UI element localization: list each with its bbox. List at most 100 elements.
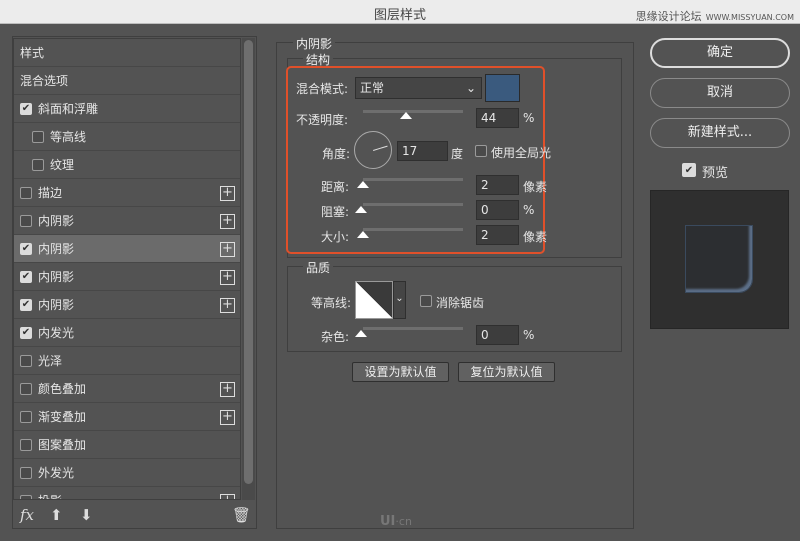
add-effect-plus-icon[interactable]: +: [220, 298, 235, 313]
style-item[interactable]: 样式: [14, 39, 240, 67]
style-checkbox[interactable]: [32, 158, 44, 171]
angle-label: 角度:: [322, 147, 351, 161]
style-item[interactable]: 内阴影 +: [14, 207, 240, 235]
style-checkbox[interactable]: [20, 382, 32, 395]
watermark: 思缘设计论坛 WWW.MISSYUAN.COM: [636, 8, 794, 24]
preview-checkbox[interactable]: ✔: [682, 163, 696, 177]
style-item[interactable]: ✔ 内阴影 +: [14, 263, 240, 291]
styles-list: 样式 混合选项 ✔ 斜面和浮雕 等高线 纹理 描边 + 内阴影 + ✔ 内阴影 + ✔ 内阴影 + ✔ 内阴影 + ✔…: [13, 38, 241, 500]
cancel-button[interactable]: 取消: [650, 78, 790, 108]
choke-slider-handle[interactable]: [355, 206, 367, 213]
angle-needle: [373, 145, 388, 151]
style-item[interactable]: ✔ 斜面和浮雕: [14, 95, 240, 123]
style-item[interactable]: ✔ 内发光: [14, 319, 240, 347]
style-checkbox[interactable]: ✔: [20, 270, 32, 283]
add-effect-plus-icon[interactable]: +: [220, 270, 235, 285]
size-slider[interactable]: [363, 228, 463, 231]
add-effect-plus-icon[interactable]: +: [220, 242, 235, 257]
style-item[interactable]: 颜色叠加 +: [14, 375, 240, 403]
shadow-color-swatch[interactable]: [485, 74, 520, 102]
noise-slider[interactable]: [363, 327, 463, 330]
style-checkbox[interactable]: [20, 410, 32, 423]
style-item[interactable]: 等高线: [14, 123, 240, 151]
reset-default-button[interactable]: 复位为默认值: [458, 362, 555, 382]
antialias-checkbox[interactable]: [420, 295, 432, 307]
noise-label: 杂色:: [321, 330, 350, 344]
style-item[interactable]: ✔ 内阴影 +: [14, 291, 240, 319]
preview-shape: [685, 225, 753, 293]
style-item[interactable]: 投影 +: [14, 487, 240, 499]
new-style-button[interactable]: 新建样式...: [650, 118, 790, 148]
style-item-label: 光泽: [38, 354, 63, 368]
style-checkbox[interactable]: [20, 186, 32, 199]
style-item-label: 颜色叠加: [38, 382, 87, 396]
style-item[interactable]: ✔ 内阴影 +: [14, 235, 240, 263]
preview-thumbnail: [650, 190, 789, 329]
noise-input[interactable]: 0: [476, 325, 519, 345]
preview-label: 预览: [702, 166, 729, 181]
size-input[interactable]: 2: [476, 225, 519, 245]
style-checkbox[interactable]: [20, 354, 32, 367]
angle-unit: 度: [451, 147, 464, 161]
watermark-url: WWW.MISSYUAN.COM: [705, 13, 794, 22]
style-item[interactable]: 渐变叠加 +: [14, 403, 240, 431]
antialias-label: 消除锯齿: [436, 296, 485, 310]
size-label: 大小:: [321, 230, 350, 244]
style-item-label: 内阴影: [38, 242, 75, 256]
group-title: 内阴影: [293, 35, 336, 52]
style-checkbox[interactable]: [20, 214, 32, 227]
style-checkbox[interactable]: ✔: [20, 102, 32, 115]
size-slider-handle[interactable]: [357, 231, 369, 238]
blend-mode-select[interactable]: 正常 ⌄: [355, 77, 482, 99]
choke-slider[interactable]: [363, 203, 463, 206]
opacity-slider[interactable]: [363, 110, 463, 113]
style-item[interactable]: 纹理: [14, 151, 240, 179]
quality-title: 品质: [303, 259, 334, 276]
make-default-button[interactable]: 设置为默认值: [352, 362, 449, 382]
angle-dial[interactable]: [354, 131, 392, 169]
add-effect-plus-icon[interactable]: +: [220, 494, 235, 499]
style-checkbox[interactable]: [20, 494, 32, 499]
style-item[interactable]: 图案叠加: [14, 431, 240, 459]
add-effect-plus-icon[interactable]: +: [220, 382, 235, 397]
style-checkbox[interactable]: ✔: [20, 298, 32, 311]
add-effect-plus-icon[interactable]: +: [220, 214, 235, 229]
move-up-icon[interactable]: ⬆: [50, 506, 63, 524]
choke-unit: %: [523, 203, 535, 217]
style-checkbox[interactable]: [20, 438, 32, 451]
opacity-input[interactable]: 44: [476, 108, 519, 128]
style-item-label: 内阴影: [38, 298, 75, 312]
global-light-checkbox[interactable]: [475, 145, 487, 157]
style-checkbox[interactable]: [32, 130, 44, 143]
scrollbar-thumb[interactable]: [244, 40, 253, 484]
style-item-label: 渐变叠加: [38, 410, 87, 424]
style-checkbox[interactable]: ✔: [20, 326, 32, 339]
fx-button[interactable]: fx: [20, 506, 34, 524]
angle-input[interactable]: 17: [397, 141, 448, 161]
noise-slider-handle[interactable]: [355, 330, 367, 337]
distance-slider[interactable]: [363, 178, 463, 181]
ok-button[interactable]: 确定: [650, 38, 790, 68]
style-item[interactable]: 外发光: [14, 459, 240, 487]
opacity-slider-handle[interactable]: [400, 112, 412, 119]
style-item-label: 内发光: [38, 326, 75, 340]
contour-picker[interactable]: [355, 281, 393, 319]
style-item[interactable]: 描边 +: [14, 179, 240, 207]
style-item-label: 斜面和浮雕: [38, 102, 99, 116]
opacity-unit: %: [523, 111, 535, 125]
style-item[interactable]: 混合选项: [14, 67, 240, 95]
contour-dropdown-chevron-icon[interactable]: ⌄: [393, 281, 406, 319]
style-checkbox[interactable]: ✔: [20, 242, 32, 255]
distance-input[interactable]: 2: [476, 175, 519, 195]
style-item[interactable]: 光泽: [14, 347, 240, 375]
move-down-icon[interactable]: ⬇: [80, 506, 93, 524]
style-item-label: 内阴影: [38, 214, 75, 228]
style-item-label: 纹理: [50, 158, 75, 172]
trash-icon[interactable]: 🗑: [232, 506, 251, 524]
distance-slider-handle[interactable]: [357, 181, 369, 188]
style-checkbox[interactable]: [20, 466, 32, 479]
watermark-text: 思缘设计论坛: [635, 10, 702, 23]
add-effect-plus-icon[interactable]: +: [220, 410, 235, 425]
choke-input[interactable]: 0: [476, 200, 519, 220]
add-effect-plus-icon[interactable]: +: [220, 186, 235, 201]
